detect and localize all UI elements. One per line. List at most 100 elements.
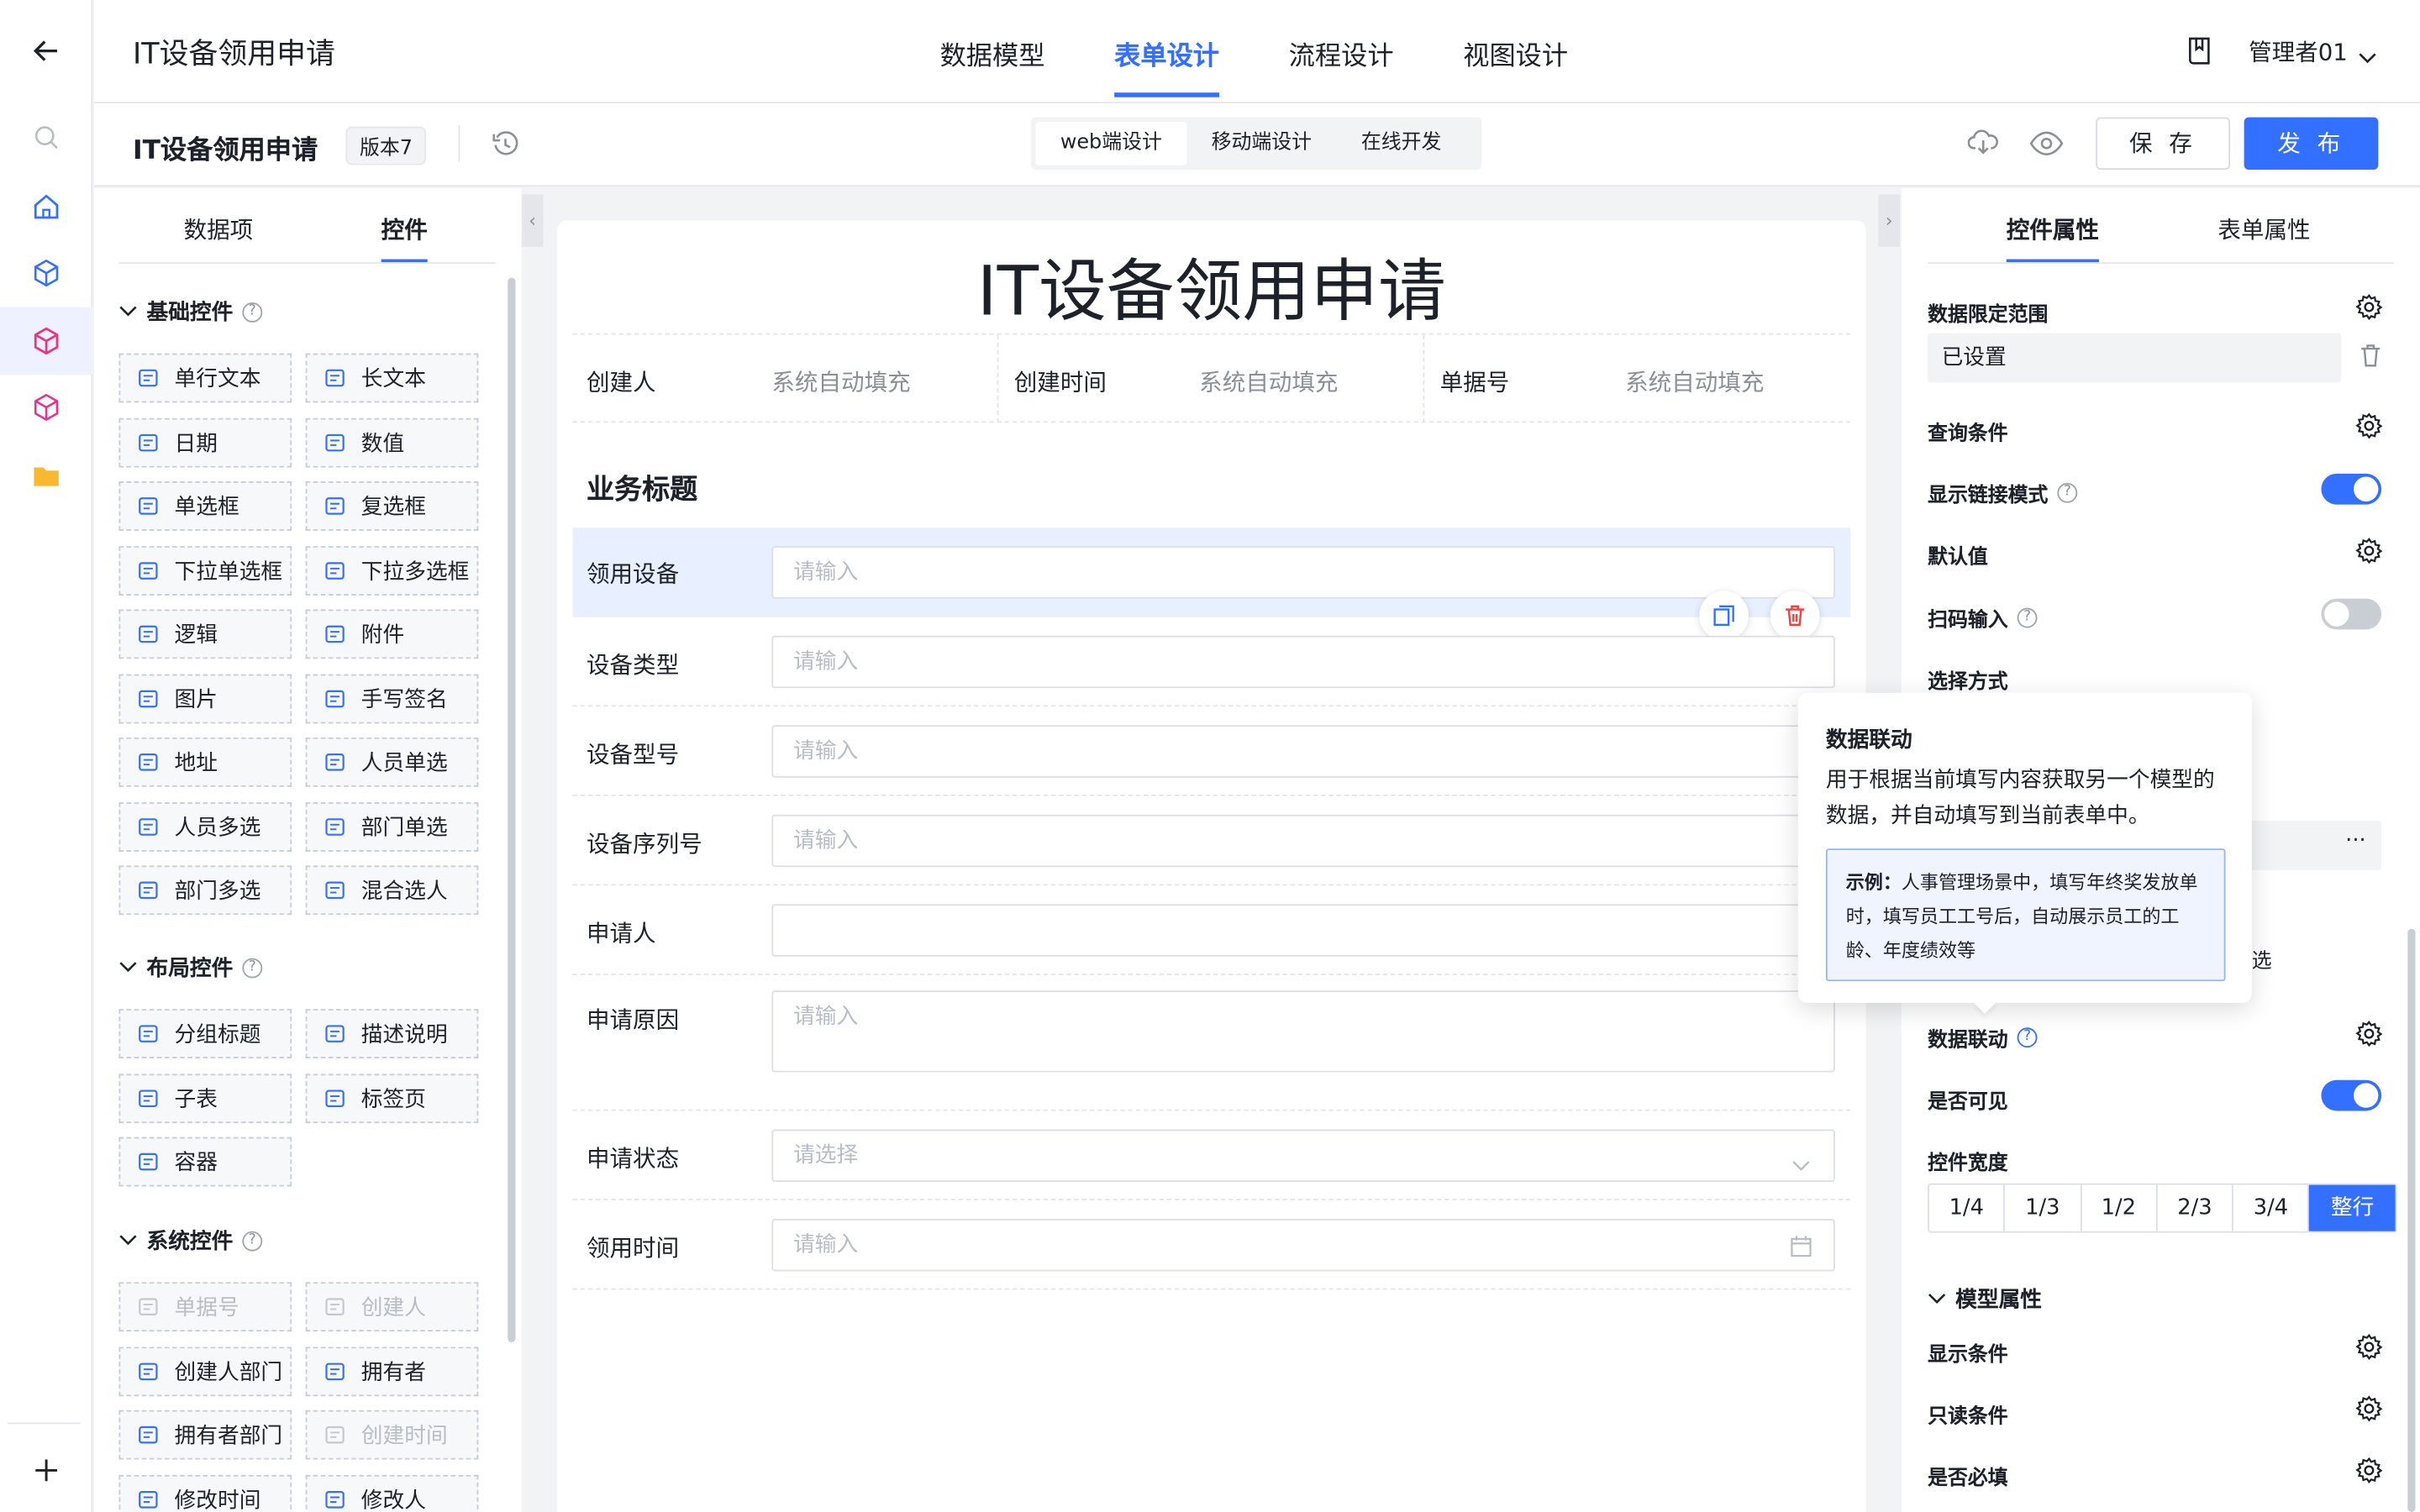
cloud-download-icon[interactable] [1967, 128, 1999, 161]
home-icon[interactable] [29, 190, 63, 223]
more-icon[interactable]: ··· [2345, 828, 2366, 853]
search-icon[interactable] [29, 120, 63, 154]
help-icon[interactable]: ? [2017, 1027, 2038, 1048]
component-chip[interactable]: 地址 [118, 737, 292, 787]
back-arrow-icon[interactable] [29, 34, 63, 67]
history-icon[interactable] [492, 131, 518, 164]
component-chip[interactable]: 拥有者 [305, 1346, 479, 1396]
help-icon[interactable]: ? [242, 1230, 263, 1251]
cube-icon[interactable] [29, 256, 63, 290]
component-chip[interactable]: 标签页 [305, 1073, 479, 1123]
gear-icon[interactable] [2355, 1020, 2383, 1047]
help-icon[interactable]: ? [242, 302, 263, 322]
form-row[interactable]: 申请原因 请输入 [572, 975, 1851, 1111]
help-icon[interactable]: ? [2057, 482, 2078, 503]
component-chip[interactable]: 描述说明 [305, 1009, 479, 1059]
component-chip[interactable]: 日期 [118, 417, 292, 467]
collapse-left-handle[interactable]: ‹ [521, 194, 544, 247]
component-group-header[interactable]: 系统控件? [118, 1225, 263, 1256]
tab-components[interactable]: 控件 [381, 213, 428, 263]
link-mode-toggle[interactable] [2321, 473, 2382, 505]
gear-icon[interactable] [2355, 537, 2383, 564]
width-option[interactable]: 1/4 [1929, 1184, 2006, 1231]
select-input[interactable]: 请选择 [771, 1129, 1835, 1182]
form-row[interactable]: 设备类型 请输入 [572, 617, 1851, 707]
component-chip[interactable]: 混合选人 [305, 865, 479, 916]
component-group-header[interactable]: 基础控件? [118, 297, 263, 328]
form-row[interactable]: 申请状态 请选择 [572, 1110, 1851, 1200]
mode-web[interactable]: web端设计 [1035, 122, 1187, 165]
user-name[interactable]: 管理者01 [2249, 35, 2348, 68]
preview-eye-icon[interactable] [2029, 131, 2064, 162]
tab-form-design[interactable]: 表单设计 [1114, 34, 1220, 97]
trash-icon[interactable] [2360, 344, 2381, 374]
width-option[interactable]: 1/2 [2081, 1184, 2158, 1231]
scan-input-toggle[interactable] [2321, 598, 2382, 630]
visible-toggle[interactable] [2321, 1079, 2382, 1111]
gear-icon[interactable] [2355, 1457, 2383, 1484]
component-chip[interactable]: 人员多选 [118, 801, 292, 851]
width-option-selected[interactable]: 整行 [2309, 1184, 2396, 1231]
folder-icon[interactable] [29, 459, 63, 492]
user-picker-input[interactable] [771, 904, 1835, 957]
form-row-selected[interactable]: 领用设备 请输入 [572, 528, 1851, 617]
help-icon[interactable]: ? [2017, 607, 2038, 628]
gear-icon[interactable] [2355, 293, 2383, 321]
component-chip[interactable]: 手写签名 [305, 673, 479, 723]
field-input[interactable]: 请输入 [771, 814, 1835, 868]
component-chip[interactable]: 分组标题 [118, 1009, 292, 1059]
component-chip[interactable]: 修改人 [305, 1474, 479, 1512]
left-scrollbar[interactable] [508, 277, 516, 1342]
component-chip[interactable]: 人员单选 [305, 737, 479, 787]
book-icon[interactable] [2187, 37, 2212, 71]
width-option[interactable]: 3/4 [2233, 1184, 2310, 1231]
gear-icon[interactable] [2355, 412, 2383, 439]
form-row[interactable]: 领用时间 请输入 [572, 1200, 1851, 1290]
mode-mobile[interactable]: 移动端设计 [1186, 122, 1336, 165]
textarea-input[interactable]: 请输入 [771, 990, 1835, 1073]
component-chip[interactable]: 长文本 [305, 353, 479, 403]
component-group-header[interactable]: 布局控件? [118, 952, 263, 983]
tab-form-props[interactable]: 表单属性 [2217, 213, 2310, 245]
component-chip[interactable]: 子表 [118, 1073, 292, 1123]
component-chip[interactable]: 下拉单选框 [118, 545, 292, 596]
help-icon[interactable]: ? [242, 957, 263, 978]
component-chip[interactable]: 图片 [118, 673, 292, 723]
tab-data-items[interactable]: 数据项 [184, 213, 254, 245]
component-chip[interactable]: 部门单选 [305, 801, 479, 851]
tab-data-model[interactable]: 数据模型 [940, 34, 1045, 73]
right-scrollbar[interactable] [2407, 928, 2416, 1512]
tab-view-design[interactable]: 视图设计 [1463, 34, 1568, 73]
component-chip[interactable]: 附件 [305, 609, 479, 659]
form-app-icon[interactable] [29, 324, 63, 358]
component-chip[interactable]: 部门多选 [118, 865, 292, 916]
package-icon[interactable] [29, 391, 63, 424]
model-section-header[interactable]: 模型属性 [1928, 1284, 2042, 1315]
collapse-right-handle[interactable]: › [1878, 194, 1901, 247]
publish-button[interactable]: 发 布 [2244, 117, 2379, 171]
component-chip[interactable]: 创建人部门 [118, 1346, 292, 1396]
form-row[interactable]: 申请人 [572, 885, 1851, 975]
tab-control-props[interactable]: 控件属性 [2006, 213, 2100, 263]
component-chip[interactable]: 容器 [118, 1137, 292, 1187]
component-chip[interactable]: 复选框 [305, 481, 479, 531]
component-chip[interactable]: 拥有者部门 [118, 1410, 292, 1460]
form-row[interactable]: 设备型号 请输入 [572, 706, 1851, 796]
tab-flow-design[interactable]: 流程设计 [1289, 34, 1394, 73]
gear-icon[interactable] [2355, 1333, 2383, 1361]
add-icon[interactable] [29, 1453, 63, 1487]
mode-online-dev[interactable]: 在线开发 [1336, 122, 1465, 165]
gear-icon[interactable] [2355, 1394, 2383, 1422]
data-scope-value[interactable]: 已设置 [1928, 333, 2342, 383]
component-chip[interactable]: 单行文本 [118, 353, 292, 403]
width-option[interactable]: 2/3 [2158, 1184, 2234, 1231]
field-input[interactable]: 请输入 [771, 635, 1835, 689]
date-input[interactable]: 请输入 [771, 1219, 1835, 1272]
component-chip[interactable]: 单选框 [118, 481, 292, 531]
width-option[interactable]: 1/3 [2005, 1184, 2082, 1231]
save-button[interactable]: 保 存 [2096, 117, 2231, 171]
component-chip[interactable]: 数值 [305, 417, 479, 467]
component-chip[interactable]: 逻辑 [118, 609, 292, 659]
component-chip[interactable]: 下拉多选框 [305, 545, 479, 596]
field-input[interactable]: 请输入 [771, 546, 1835, 599]
